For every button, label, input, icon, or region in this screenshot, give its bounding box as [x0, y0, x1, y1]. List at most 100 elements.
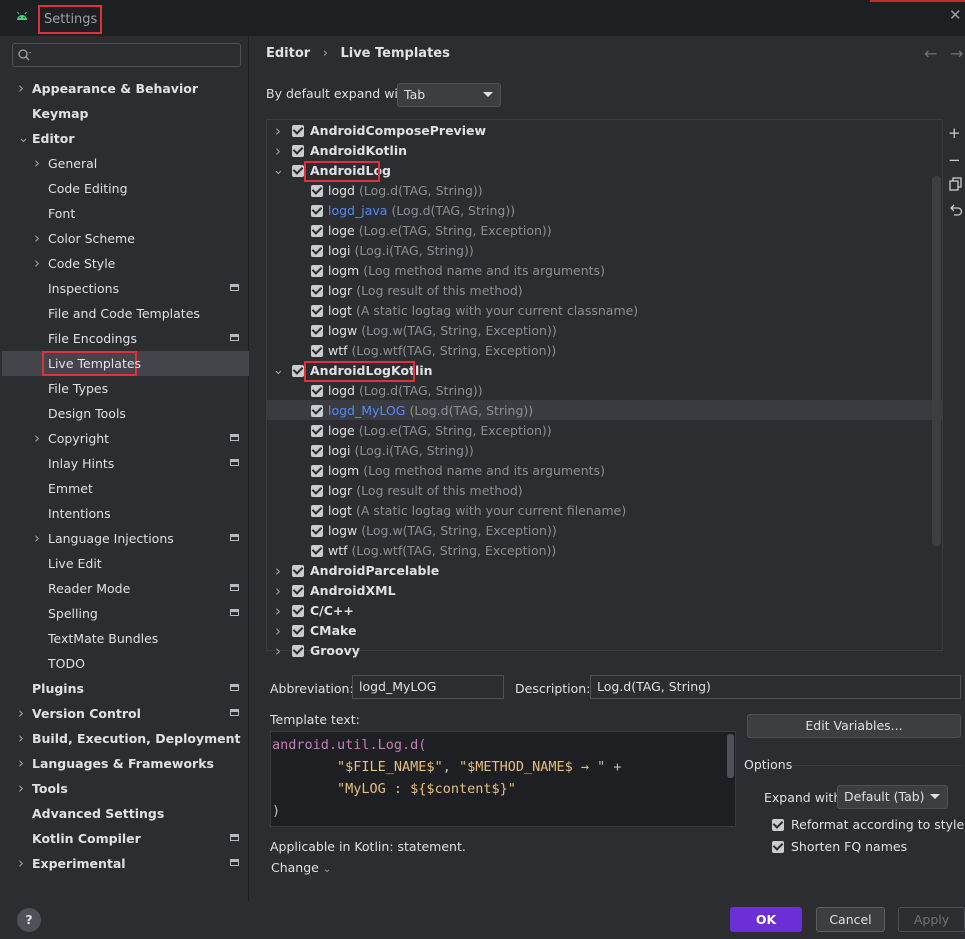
sidebar-item[interactable]: Emmet [48, 476, 93, 501]
template-group-row[interactable]: CMake [292, 621, 357, 641]
template-group-row[interactable]: C/C++ [292, 601, 354, 621]
sidebar-item[interactable]: Inlay Hints [48, 451, 114, 476]
sidebar-item[interactable]: Code Style [48, 251, 115, 276]
sidebar-item[interactable]: Copyright [48, 426, 109, 451]
sidebar-item[interactable]: Color Scheme [48, 226, 135, 251]
template-row[interactable]: logr (Log result of this method) [311, 281, 523, 301]
sidebar-item[interactable]: File and Code Templates [48, 301, 200, 326]
template-row[interactable]: logd_java (Log.d(TAG, String)) [311, 201, 515, 221]
checkbox-checked-icon[interactable] [311, 545, 323, 557]
template-row[interactable]: logi (Log.i(TAG, String)) [311, 241, 474, 261]
sidebar-item[interactable]: General [48, 151, 97, 176]
checkbox-checked-icon[interactable] [292, 585, 304, 597]
sidebar-item[interactable]: Editor [32, 126, 75, 151]
template-group-row[interactable]: AndroidParcelable [292, 561, 439, 581]
sidebar-item[interactable]: Reader Mode [48, 576, 130, 601]
forward-arrow-icon[interactable]: → [950, 44, 963, 63]
sidebar-item[interactable]: Appearance & Behavior [32, 76, 198, 101]
sidebar-item[interactable]: Advanced Settings [32, 801, 164, 826]
sidebar-item[interactable]: Font [48, 201, 75, 226]
sidebar-item[interactable]: Language Injections [48, 526, 174, 551]
chevron-down-icon[interactable]: ⌄ [273, 363, 284, 378]
chevron-right-icon[interactable]: › [275, 582, 281, 600]
checkbox-checked-icon[interactable] [292, 605, 304, 617]
checkbox-checked-icon[interactable] [311, 305, 323, 317]
checkbox-checked-icon[interactable] [311, 325, 323, 337]
checkbox-checked-icon[interactable] [311, 205, 323, 217]
checkbox-checked-icon[interactable] [311, 445, 323, 457]
close-icon[interactable]: ✕ [949, 8, 963, 23]
template-row[interactable]: logd (Log.d(TAG, String)) [311, 181, 483, 201]
checkbox-checked-icon[interactable] [292, 365, 304, 377]
template-row[interactable]: logi (Log.i(TAG, String)) [311, 441, 474, 461]
sidebar-item[interactable]: Kotlin Compiler [32, 826, 141, 851]
template-text-editor[interactable]: android.util.Log.d( "$FILE_NAME$", "$MET… [270, 731, 736, 827]
chevron-right-icon[interactable]: › [34, 526, 44, 551]
remove-icon[interactable]: − [948, 151, 961, 169]
checkbox-checked-icon[interactable] [292, 125, 304, 137]
sidebar-item[interactable]: Intentions [48, 501, 111, 526]
checkbox-checked-icon[interactable] [311, 245, 323, 257]
chevron-right-icon[interactable]: › [275, 602, 281, 620]
tree-scrollbar[interactable] [932, 176, 941, 546]
chevron-right-icon[interactable]: › [275, 642, 281, 660]
copy-icon[interactable] [949, 177, 963, 191]
sidebar-item[interactable]: Keymap [32, 101, 89, 126]
chevron-right-icon[interactable]: › [18, 776, 28, 801]
sidebar-item[interactable]: Live Templates [48, 351, 141, 376]
breadcrumb-parent[interactable]: Editor [266, 46, 310, 61]
chevron-right-icon[interactable]: › [275, 122, 281, 140]
checkbox-checked-icon[interactable] [311, 505, 323, 517]
template-row[interactable]: logd_MyLOG (Log.d(TAG, String)) [311, 401, 533, 421]
settings-search-input[interactable] [12, 43, 241, 67]
checkbox-checked-icon[interactable] [292, 565, 304, 577]
checkbox-checked-icon[interactable] [311, 525, 323, 537]
apply-button[interactable]: Apply [898, 907, 965, 932]
sidebar-item[interactable]: TODO [48, 651, 85, 676]
sidebar-item[interactable]: Experimental [32, 851, 126, 876]
checkbox-checked-icon[interactable] [292, 165, 304, 177]
checkbox-checked-icon[interactable] [311, 385, 323, 397]
chevron-right-icon[interactable]: › [18, 726, 28, 751]
checkbox-checked-icon[interactable] [311, 485, 323, 497]
chevron-right-icon[interactable]: › [18, 701, 28, 726]
chevron-right-icon[interactable]: › [34, 151, 44, 176]
chevron-right-icon[interactable]: › [34, 426, 44, 451]
ok-button[interactable]: OK [730, 907, 802, 932]
chevron-down-icon[interactable]: ⌄ [18, 126, 29, 151]
template-row[interactable]: wtf (Log.wtf(TAG, String, Exception)) [311, 541, 556, 561]
help-button[interactable]: ? [17, 908, 41, 932]
sidebar-item[interactable]: File Encodings [48, 326, 137, 351]
template-row[interactable]: logt (A static logtag with your current c… [311, 301, 638, 321]
checkbox-checked-icon[interactable] [292, 625, 304, 637]
sidebar-item[interactable]: TextMate Bundles [48, 626, 158, 651]
template-group-row[interactable]: AndroidKotlin [292, 141, 407, 161]
reformat-checkbox[interactable]: Reformat according to style [772, 815, 964, 835]
cancel-button[interactable]: Cancel [816, 907, 885, 932]
back-arrow-icon[interactable]: ← [924, 44, 937, 63]
chevron-right-icon[interactable]: › [18, 751, 28, 776]
code-scrollbar[interactable] [727, 734, 734, 778]
revert-icon[interactable] [949, 203, 963, 217]
chevron-right-icon[interactable]: › [275, 562, 281, 580]
checkbox-checked-icon[interactable] [311, 185, 323, 197]
checkbox-checked-icon[interactable] [311, 405, 323, 417]
checkbox-checked-icon[interactable] [311, 285, 323, 297]
sidebar-item[interactable]: Design Tools [48, 401, 126, 426]
chevron-right-icon[interactable]: › [275, 622, 281, 640]
chevron-right-icon[interactable]: › [18, 76, 28, 101]
chevron-right-icon[interactable]: › [34, 226, 44, 251]
sidebar-item[interactable]: Plugins [32, 676, 84, 701]
template-row[interactable]: logd (Log.d(TAG, String)) [311, 381, 483, 401]
template-row[interactable]: logm (Log method name and its arguments) [311, 261, 605, 281]
checkbox-checked-icon[interactable] [311, 465, 323, 477]
template-row[interactable]: logr (Log result of this method) [311, 481, 523, 501]
sidebar-item[interactable]: Inspections [48, 276, 119, 301]
change-contexts-link[interactable]: Change ⌄ [271, 860, 331, 875]
checkbox-checked-icon[interactable] [311, 225, 323, 237]
description-input[interactable]: Log.d(TAG, String) [590, 675, 961, 699]
sidebar-item[interactable]: Version Control [32, 701, 141, 726]
template-row[interactable]: wtf (Log.wtf(TAG, String, Exception)) [311, 341, 556, 361]
checkbox-checked-icon[interactable] [292, 645, 304, 657]
chevron-right-icon[interactable]: › [275, 142, 281, 160]
